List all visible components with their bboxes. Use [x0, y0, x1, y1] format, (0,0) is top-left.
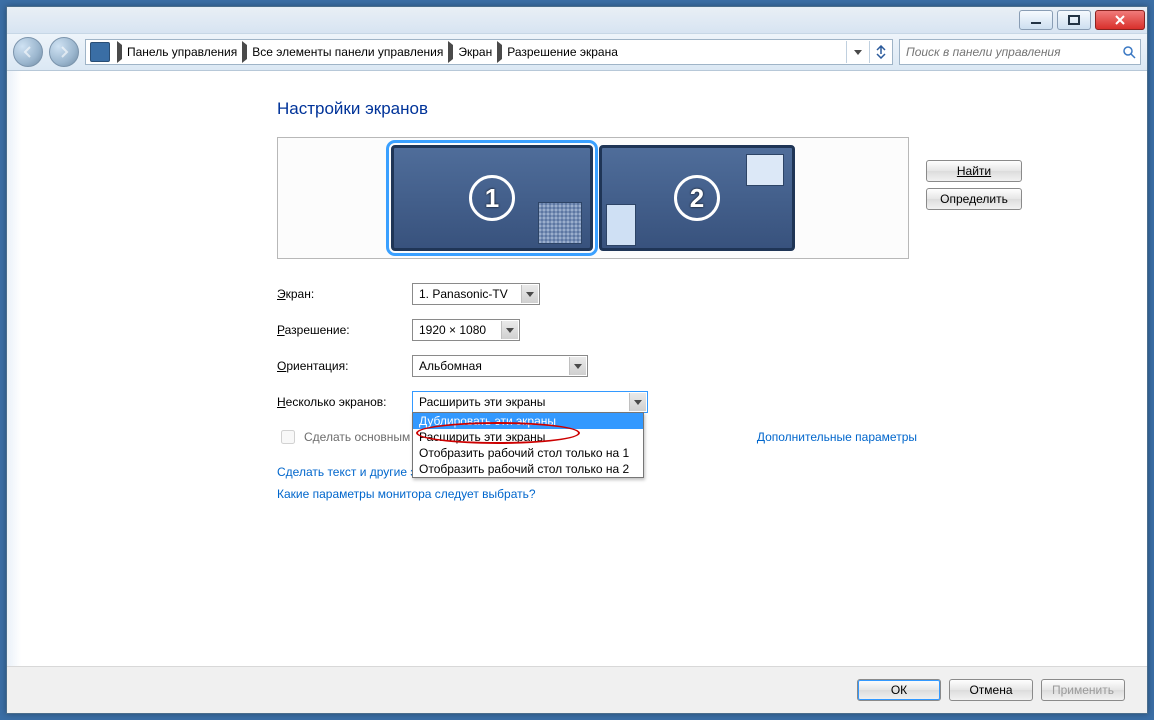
titlebar [7, 7, 1147, 34]
search-input[interactable] [900, 44, 1118, 60]
ok-label: ОК [891, 683, 907, 697]
dropdown-option-duplicate[interactable]: Дублировать эти экраны [413, 413, 643, 429]
window-overlay-icon [606, 204, 636, 246]
breadcrumb-item[interactable]: Экран [456, 45, 494, 59]
forward-button[interactable] [49, 37, 79, 67]
breadcrumb-item[interactable]: Панель управления [125, 45, 239, 59]
breadcrumb-separator [445, 45, 456, 59]
settings-form: Экран: 1. Panasonic-TV Разрешение: 1920 … [277, 283, 917, 501]
breadcrumb-separator [494, 45, 505, 59]
display-value: 1. Panasonic-TV [419, 287, 508, 301]
multi-display-value: Расширить эти экраны [419, 395, 545, 409]
chevron-down-icon [569, 357, 586, 375]
search-icon[interactable] [1118, 45, 1140, 59]
label-orientation: Ориентация: [277, 359, 412, 373]
find-button[interactable]: Найти [926, 160, 1022, 182]
monitor-arrangement-box[interactable]: 1 2 Найти Определить [277, 137, 909, 259]
control-panel-icon [90, 42, 110, 62]
content-area: Настройки экранов 1 2 Найти Определить [7, 71, 1147, 666]
breadcrumb-item[interactable]: Все элементы панели управления [250, 45, 445, 59]
dropdown-option-show1[interactable]: Отобразить рабочий стол только на 1 [413, 445, 643, 461]
dropdown-option-extend[interactable]: Расширить эти экраны [413, 429, 643, 445]
breadcrumb-item[interactable]: Разрешение экрана [505, 45, 620, 59]
minimize-button[interactable] [1019, 10, 1053, 30]
chevron-down-icon [521, 285, 538, 303]
detect-button-label: Определить [940, 192, 1008, 206]
ok-button[interactable]: ОК [857, 679, 941, 701]
window-frame: Панель управления Все элементы панели уп… [6, 6, 1148, 714]
address-bar[interactable]: Панель управления Все элементы панели уп… [85, 39, 893, 65]
row-multi-displays: Несколько экранов: Расширить эти экраны … [277, 391, 917, 413]
dropdown-option-show2[interactable]: Отобразить рабочий стол только на 2 [413, 461, 643, 477]
window-overlay-icon [746, 154, 784, 186]
advanced-settings-link[interactable]: Дополнительные параметры [757, 430, 917, 444]
close-button[interactable] [1095, 10, 1145, 30]
display-select[interactable]: 1. Panasonic-TV [412, 283, 540, 305]
breadcrumb-separator [239, 45, 250, 59]
find-button-label: Найти [957, 164, 991, 178]
sidebar-gutter [7, 71, 21, 666]
content-inner: 1 2 Найти Определить Экран: 1. Pana [277, 137, 917, 501]
which-monitor-link[interactable]: Какие параметры монитора следует выбрать… [277, 487, 917, 501]
row-resolution: Разрешение: 1920 × 1080 [277, 319, 917, 341]
breadcrumb-separator [114, 45, 125, 59]
row-display: Экран: 1. Panasonic-TV [277, 283, 917, 305]
label-multi: Несколько экранов: [277, 395, 412, 409]
resolution-value: 1920 × 1080 [419, 323, 486, 337]
make-main-checkbox[interactable] [281, 430, 295, 444]
row-orientation: Ориентация: Альбомная [277, 355, 917, 377]
page-title: Настройки экранов [277, 99, 1117, 119]
label-resolution: Разрешение: [277, 323, 412, 337]
monitor-1[interactable]: 1 [391, 145, 593, 251]
monitor-2[interactable]: 2 [599, 145, 795, 251]
resolution-select[interactable]: 1920 × 1080 [412, 319, 520, 341]
apply-button[interactable]: Применить [1041, 679, 1125, 701]
maximize-button[interactable] [1057, 10, 1091, 30]
detect-button[interactable]: Определить [926, 188, 1022, 210]
monitor-2-number: 2 [674, 175, 720, 221]
chevron-down-icon [629, 393, 646, 411]
label-display: Экран: [277, 287, 412, 301]
search-box[interactable] [899, 39, 1141, 65]
back-button[interactable] [13, 37, 43, 67]
monitor-buttons: Найти Определить [926, 160, 1022, 210]
navbar: Панель управления Все элементы панели уп… [7, 34, 1147, 71]
dialog-footer: ОК Отмена Применить [7, 666, 1147, 713]
orientation-select[interactable]: Альбомная [412, 355, 588, 377]
multi-display-dropdown: Дублировать эти экраны Расширить эти экр… [412, 412, 644, 478]
address-dropdown[interactable] [846, 41, 869, 63]
chevron-down-icon [501, 321, 518, 339]
refresh-button[interactable] [869, 41, 892, 63]
orientation-value: Альбомная [419, 359, 482, 373]
calendar-overlay-icon [538, 202, 582, 244]
cancel-button[interactable]: Отмена [949, 679, 1033, 701]
apply-label: Применить [1052, 683, 1114, 697]
cancel-label: Отмена [969, 683, 1012, 697]
monitor-1-number: 1 [469, 175, 515, 221]
multi-display-select[interactable]: Расширить эти экраны [412, 391, 648, 413]
